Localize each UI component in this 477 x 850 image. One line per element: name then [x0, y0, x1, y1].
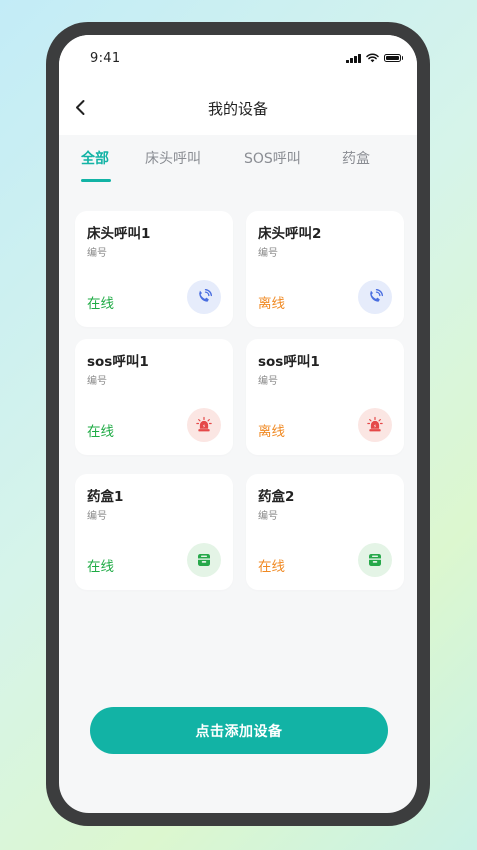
tab-bar: 全部 床头呼叫 SOS呼叫 药盒	[59, 135, 417, 185]
device-name: 药盒1	[87, 489, 124, 505]
device-card[interactable]: sos呼叫1 编号 在线	[75, 339, 233, 455]
device-status: 在线	[87, 559, 114, 575]
tab-all[interactable]: 全部	[81, 148, 109, 168]
page-title: 我的设备	[207, 100, 268, 118]
phone-frame: 9:41 我的设备 全部 床头呼叫 SOS呼叫 药盒 床头呼叫1 编号 在线 床…	[46, 22, 430, 826]
add-device-button[interactable]: 点击添加设备	[90, 707, 388, 754]
tab-pill-box[interactable]: 药盒	[342, 148, 370, 168]
alarm-siren-icon	[187, 408, 221, 442]
phone-call-icon	[358, 280, 392, 314]
device-card[interactable]: 药盒2 编号 在线	[246, 474, 404, 590]
device-number-label: 编号	[87, 248, 107, 259]
tab-sos-call[interactable]: SOS呼叫	[244, 148, 301, 168]
device-status: 在线	[258, 559, 285, 575]
device-status: 在线	[87, 424, 114, 440]
device-number-label: 编号	[87, 511, 107, 522]
signal-icon	[346, 53, 361, 63]
phone-call-icon	[187, 280, 221, 314]
device-number-label: 编号	[87, 376, 107, 387]
device-card[interactable]: 床头呼叫2 编号 离线	[246, 211, 404, 327]
device-status: 离线	[258, 424, 285, 440]
pill-box-icon	[358, 543, 392, 577]
device-number-label: 编号	[258, 376, 278, 387]
header-area	[59, 35, 417, 135]
phone-screen: 9:41 我的设备 全部 床头呼叫 SOS呼叫 药盒 床头呼叫1 编号 在线 床…	[59, 35, 417, 813]
device-card[interactable]: 药盒1 编号 在线	[75, 474, 233, 590]
device-card[interactable]: 床头呼叫1 编号 在线	[75, 211, 233, 327]
status-time: 9:41	[90, 51, 121, 66]
pill-box-icon	[187, 543, 221, 577]
device-name: 药盒2	[258, 489, 295, 505]
device-name: 床头呼叫2	[258, 226, 322, 242]
device-name: 床头呼叫1	[87, 226, 151, 242]
alarm-siren-icon	[358, 408, 392, 442]
device-card[interactable]: sos呼叫1 编号 离线	[246, 339, 404, 455]
device-number-label: 编号	[258, 511, 278, 522]
status-icons	[346, 53, 403, 63]
device-status: 离线	[258, 296, 285, 312]
active-tab-indicator	[81, 179, 111, 182]
device-name: sos呼叫1	[87, 354, 149, 370]
battery-icon	[383, 54, 401, 62]
device-number-label: 编号	[258, 248, 278, 259]
device-status: 在线	[87, 296, 114, 312]
device-name: sos呼叫1	[258, 354, 320, 370]
tab-bedside-call[interactable]: 床头呼叫	[145, 148, 201, 168]
wifi-icon	[365, 53, 379, 63]
